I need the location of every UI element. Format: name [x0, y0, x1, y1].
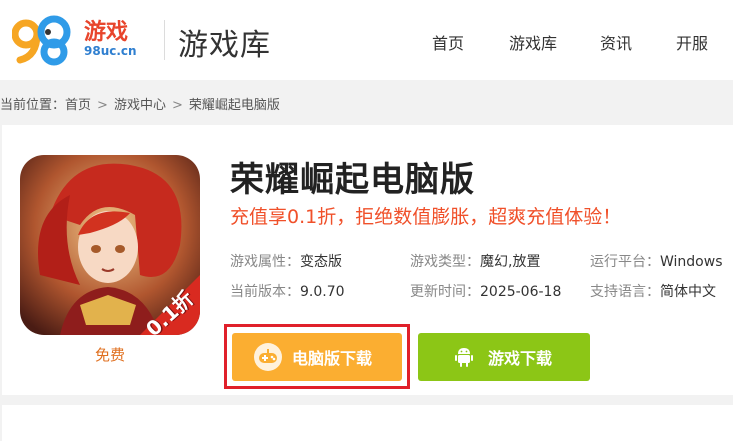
- info-key: 游戏属性：: [230, 254, 300, 270]
- logo-domain: 98uc.cn: [84, 44, 137, 58]
- nav-game-library[interactable]: 游戏库: [509, 30, 557, 54]
- breadcrumb: 当前位置：首页 > 游戏中心 > 荣耀崛起电脑版: [0, 94, 280, 113]
- info-key: 更新时间：: [410, 284, 480, 300]
- info-key: 当前版本：: [230, 284, 300, 300]
- logo-text: 游戏: [84, 20, 129, 45]
- info-language: 支持语言：简体中文: [590, 281, 716, 301]
- android-icon: [452, 343, 476, 371]
- info-value: 9.0.70: [300, 284, 345, 300]
- pc-download-label: 电脑版下载: [292, 349, 373, 368]
- info-key: 游戏类型：: [410, 254, 480, 270]
- site-logo[interactable]: 游戏 98uc.cn: [11, 12, 142, 66]
- info-platform: 运行平台：Windows: [590, 251, 723, 271]
- logo-divider: [164, 20, 165, 60]
- info-type: 游戏类型：魔幻,放置: [410, 251, 540, 271]
- info-value: 变态版: [300, 254, 342, 270]
- game-download-label: 游戏下载: [488, 349, 553, 368]
- nav-news[interactable]: 资讯: [600, 30, 632, 54]
- breadcrumb-label: 当前位置：: [0, 98, 66, 113]
- breadcrumb-game-center[interactable]: 游戏中心: [114, 98, 166, 113]
- breadcrumb-separator: >: [171, 98, 183, 113]
- info-key: 运行平台：: [590, 254, 660, 270]
- lower-section: [2, 405, 733, 441]
- site-header: 游戏 98uc.cn 游戏库 首页 游戏库 资讯 开服: [0, 0, 733, 80]
- info-version: 当前版本：9.0.70: [230, 281, 345, 301]
- game-download-button[interactable]: 游戏下载: [418, 333, 590, 381]
- info-value: Windows: [660, 254, 723, 270]
- info-attribute: 游戏属性：变态版: [230, 251, 342, 271]
- nav-server[interactable]: 开服: [676, 30, 708, 54]
- breadcrumb-current[interactable]: 荣耀崛起电脑版: [189, 98, 280, 113]
- breadcrumb-separator: >: [97, 98, 108, 113]
- price-label: 免费: [94, 346, 125, 364]
- info-value: 魔幻,放置: [480, 254, 541, 270]
- info-updated: 更新时间：2025-06-18: [410, 281, 561, 301]
- game-title: 荣耀崛起电脑版: [230, 160, 475, 200]
- info-value: 2025-06-18: [480, 284, 562, 300]
- breadcrumb-home[interactable]: 首页: [65, 98, 91, 113]
- game-slogan: 充值享0.1折，拒绝数值膨胀，超爽充值体验！: [230, 206, 622, 228]
- pc-download-button[interactable]: 电脑版下载: [232, 333, 402, 381]
- nav-home[interactable]: 首页: [432, 30, 464, 54]
- info-key: 支持语言：: [590, 284, 660, 300]
- controller-icon: [254, 343, 282, 371]
- site-title: 游戏库: [178, 28, 271, 63]
- info-value: 简体中文: [660, 284, 716, 300]
- game-icon: 0.1折: [20, 155, 200, 335]
